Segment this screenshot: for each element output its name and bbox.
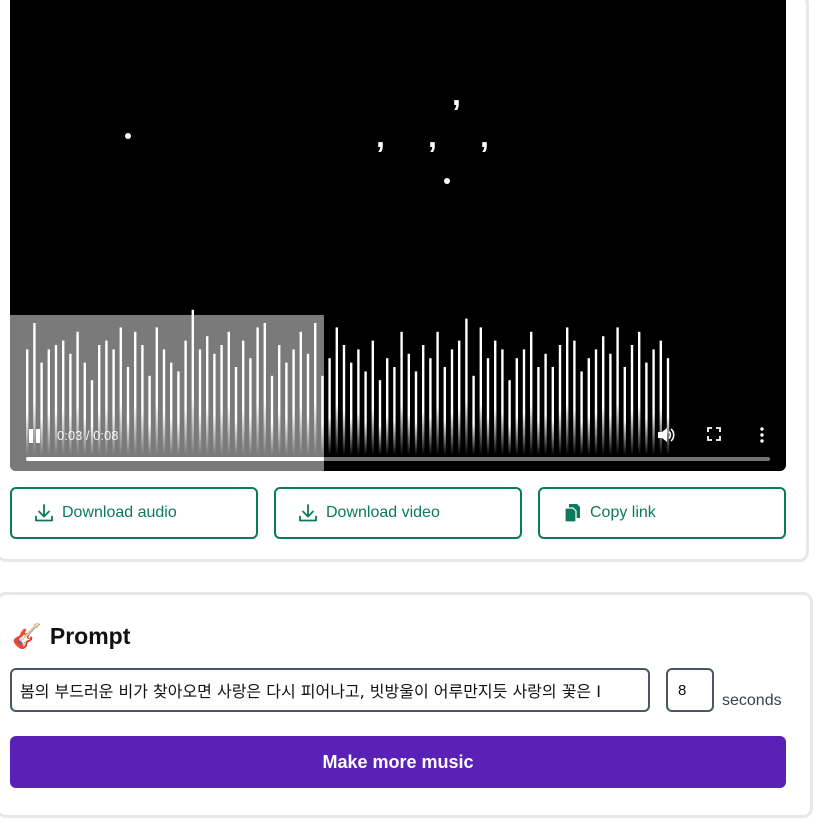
seek-bar-progress (26, 457, 324, 461)
more-options-icon[interactable] (760, 426, 764, 444)
waveform-visualization (10, 309, 670, 471)
duration-unit-label: seconds (722, 692, 782, 709)
fullscreen-icon[interactable] (707, 427, 721, 441)
download-video-button[interactable]: Download video (274, 487, 522, 539)
prompt-title: Prompt (49, 622, 131, 649)
download-audio-button[interactable]: Download audio (10, 487, 258, 539)
seek-bar[interactable] (26, 457, 770, 461)
download-audio-label: Download audio (62, 504, 177, 521)
download-video-label: Download video (326, 504, 440, 521)
guitar-icon: 🎸 (12, 622, 42, 650)
download-icon (299, 504, 317, 522)
prompt-input[interactable] (10, 668, 650, 712)
clipboard-icon (564, 504, 580, 523)
copy-link-button[interactable]: Copy link (538, 487, 786, 539)
copy-link-label: Copy link (590, 504, 656, 521)
time-display: 0:03 / 0:08 (57, 428, 119, 443)
video-player[interactable]: , , , , 0:03 / 0:08 (10, 0, 786, 471)
player-controls: 0:03 / 0:08 (10, 411, 786, 471)
pause-icon[interactable] (28, 429, 42, 443)
download-icon (35, 504, 53, 522)
volume-icon[interactable] (656, 425, 676, 445)
prompt-heading: 🎸 Prompt (12, 620, 130, 652)
duration-input[interactable] (666, 668, 714, 712)
make-more-music-button[interactable]: Make more music (10, 736, 786, 788)
